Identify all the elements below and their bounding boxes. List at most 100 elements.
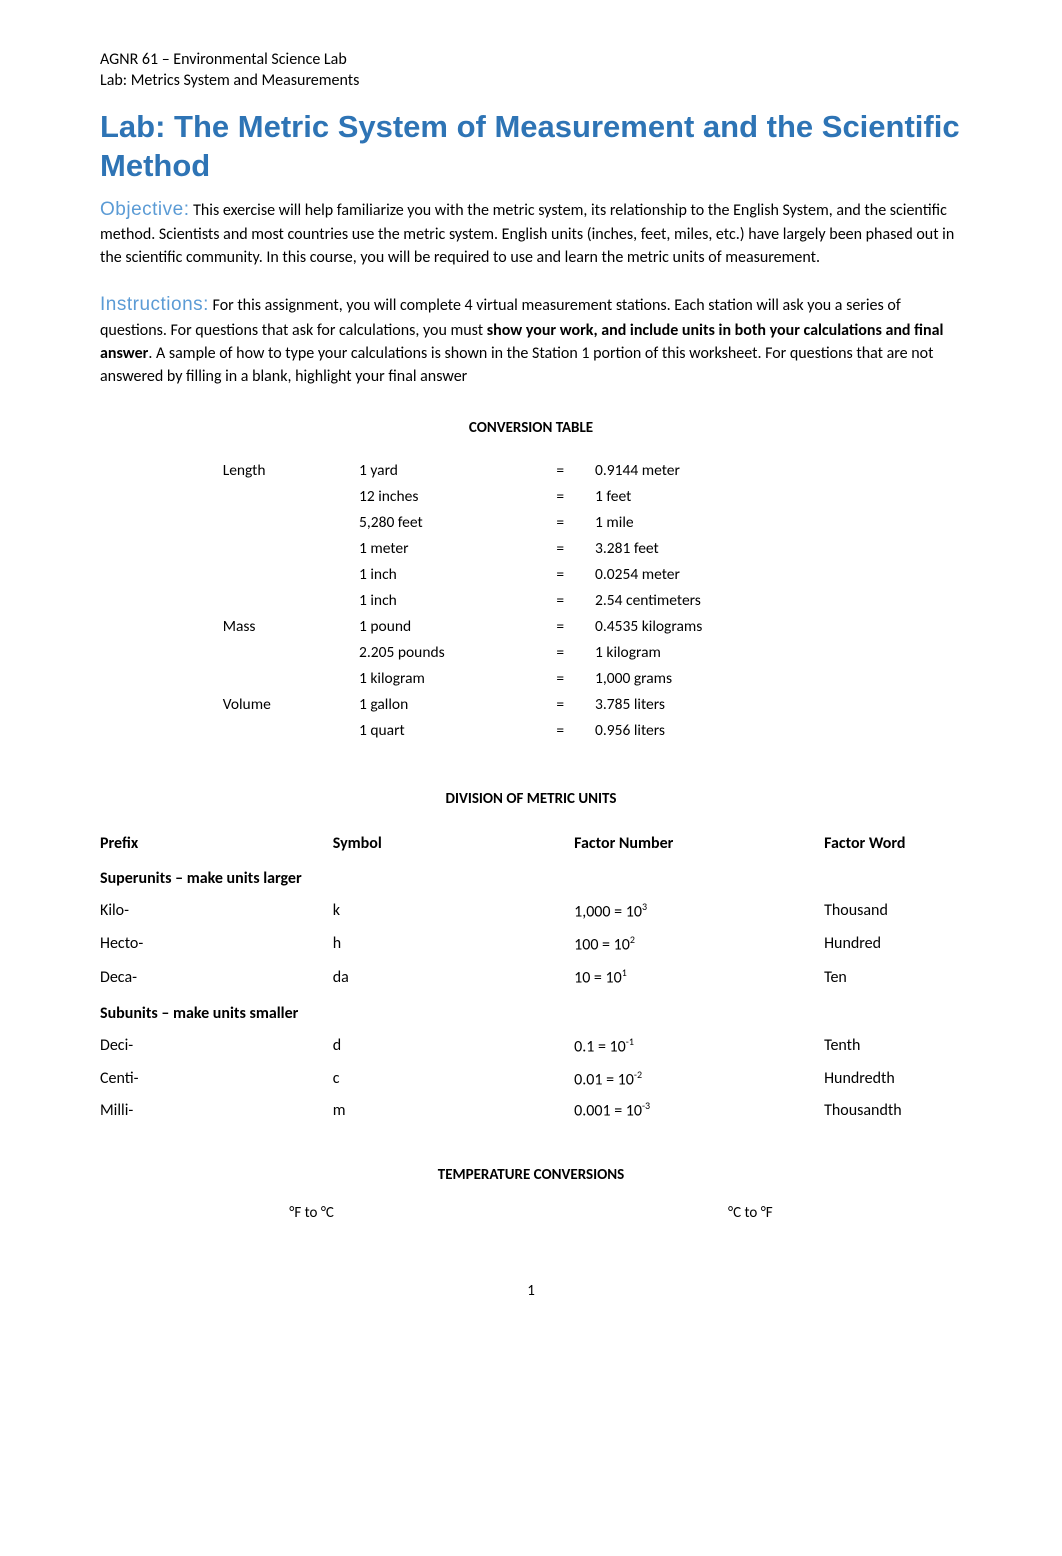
conversion-equals: =	[556, 667, 593, 691]
metric-division-title: DIVISION OF METRIC UNITS	[100, 790, 962, 808]
objective-text: This exercise will help familiarize you …	[100, 201, 954, 268]
conversion-category	[223, 537, 357, 561]
metric-prefix: Hecto-	[100, 927, 333, 960]
conversion-category: Mass	[223, 615, 357, 639]
metric-prefix: Kilo-	[100, 894, 333, 927]
temp-f-to-c: °F to °C	[289, 1204, 334, 1222]
conversion-equals: =	[556, 693, 593, 717]
conversion-equals: =	[556, 641, 593, 665]
conversion-row: Volume1 gallon=3.785 liters	[223, 693, 840, 717]
conversion-category	[223, 563, 357, 587]
conversion-right: 3.281 feet	[595, 537, 839, 561]
metric-prefix: Centi-	[100, 1062, 333, 1095]
conversion-left: 1 yard	[359, 459, 554, 483]
metric-row: Milli-m0.001 = 10-3Thousandth	[100, 1095, 962, 1125]
conversion-row: 2.205 pounds=1 kilogram	[223, 641, 840, 665]
conversion-left: 1 kilogram	[359, 667, 554, 691]
metric-prefix: Deci-	[100, 1029, 333, 1062]
metric-prefix: Milli-	[100, 1095, 333, 1125]
metric-symbol: c	[333, 1062, 574, 1095]
metric-factor-word: Hundred	[824, 927, 962, 960]
conversion-row: 5,280 feet=1 mile	[223, 511, 840, 535]
objective-label: Objective:	[100, 199, 189, 220]
metric-factor-word: Ten	[824, 960, 962, 993]
metric-row: Deci-d0.1 = 10-1Tenth	[100, 1029, 962, 1062]
conversion-right: 1,000 grams	[595, 667, 839, 691]
instructions-paragraph: Instructions: For this assignment, you w…	[100, 291, 962, 388]
conversion-left: 1 quart	[359, 719, 554, 743]
conversion-category	[223, 719, 357, 743]
conversion-left: 1 inch	[359, 563, 554, 587]
metric-symbol: d	[333, 1029, 574, 1062]
metric-factor-number: 0.1 = 10-1	[574, 1029, 824, 1062]
conversion-equals: =	[556, 511, 593, 535]
conversion-equals: =	[556, 459, 593, 483]
metric-header-factor-word: Factor Word	[824, 828, 962, 859]
conversion-left: 1 pound	[359, 615, 554, 639]
metric-factor-word: Tenth	[824, 1029, 962, 1062]
conversion-row: Mass1 pound=0.4535 kilograms	[223, 615, 840, 639]
metric-symbol: da	[333, 960, 574, 993]
conversion-right: 0.0254 meter	[595, 563, 839, 587]
metric-factor-number: 0.01 = 10-2	[574, 1062, 824, 1095]
metric-row: Deca-da10 = 101Ten	[100, 960, 962, 993]
lab-title: Lab: The Metric System of Measurement an…	[100, 108, 962, 186]
conversion-left: 5,280 feet	[359, 511, 554, 535]
conversion-right: 1 feet	[595, 485, 839, 509]
conversion-category	[223, 511, 357, 535]
conversion-equals: =	[556, 537, 593, 561]
metric-factor-number: 1,000 = 103	[574, 894, 824, 927]
superunits-header: Superunits – make units larger	[100, 859, 962, 894]
page-number: 1	[100, 1282, 962, 1300]
instructions-f: f	[914, 321, 923, 340]
conversion-row: 1 quart=0.956 liters	[223, 719, 840, 743]
metric-symbol: h	[333, 927, 574, 960]
conversion-row: 1 inch=2.54 centimeters	[223, 589, 840, 613]
metric-prefix-table: Prefix Symbol Factor Number Factor Word …	[100, 828, 962, 1126]
conversion-left: 1 meter	[359, 537, 554, 561]
conversion-right: 0.4535 kilograms	[595, 615, 839, 639]
conversion-row: 1 kilogram=1,000 grams	[223, 667, 840, 691]
objective-paragraph: Objective: This exercise will help famil…	[100, 196, 962, 270]
conversion-category: Volume	[223, 693, 357, 717]
conversion-left: 1 inch	[359, 589, 554, 613]
subunits-header: Subunits – make units smaller	[100, 994, 962, 1029]
conversion-left: 1 gallon	[359, 693, 554, 717]
conversion-equals: =	[556, 615, 593, 639]
conversion-category	[223, 485, 357, 509]
conversion-right: 0.956 liters	[595, 719, 839, 743]
conversion-right: 1 kilogram	[595, 641, 839, 665]
conversion-equals: =	[556, 485, 593, 509]
temp-c-to-f: °C to °F	[728, 1204, 773, 1222]
conversion-table-title: CONVERSION TABLE	[100, 419, 962, 437]
metric-factor-number: 0.001 = 10-3	[574, 1095, 824, 1125]
temperature-title: TEMPERATURE CONVERSIONS	[100, 1166, 962, 1184]
conversion-right: 0.9144 meter	[595, 459, 839, 483]
conversion-right: 1 mile	[595, 511, 839, 535]
course-header-line1: AGNR 61 – Environmental Science Lab	[100, 50, 962, 69]
metric-prefix: Deca-	[100, 960, 333, 993]
metric-factor-word: Thousand	[824, 894, 962, 927]
conversion-row: 12 inches=1 feet	[223, 485, 840, 509]
metric-factor-number: 10 = 101	[574, 960, 824, 993]
conversion-row: 1 meter=3.281 feet	[223, 537, 840, 561]
conversion-equals: =	[556, 589, 593, 613]
course-header-line2: Lab: Metrics System and Measurements	[100, 71, 962, 90]
metric-row: Centi-c0.01 = 10-2Hundredth	[100, 1062, 962, 1095]
conversion-right: 2.54 centimeters	[595, 589, 839, 613]
conversion-row: Length1 yard=0.9144 meter	[223, 459, 840, 483]
metric-header-symbol: Symbol	[333, 828, 574, 859]
conversion-category	[223, 667, 357, 691]
metric-symbol: m	[333, 1095, 574, 1125]
conversion-left: 2.205 pounds	[359, 641, 554, 665]
conversion-equals: =	[556, 563, 593, 587]
metric-factor-word: Hundredth	[824, 1062, 962, 1095]
instructions-bold-1: show your work, and include units in bot…	[487, 321, 914, 340]
conversion-left: 12 inches	[359, 485, 554, 509]
conversion-row: 1 inch=0.0254 meter	[223, 563, 840, 587]
metric-row: Hecto-h100 = 102Hundred	[100, 927, 962, 960]
conversion-table: Length1 yard=0.9144 meter12 inches=1 fee…	[221, 457, 842, 745]
conversion-equals: =	[556, 719, 593, 743]
instructions-text-2: . A sample of how to type your calculati…	[100, 344, 933, 386]
metric-factor-number: 100 = 102	[574, 927, 824, 960]
